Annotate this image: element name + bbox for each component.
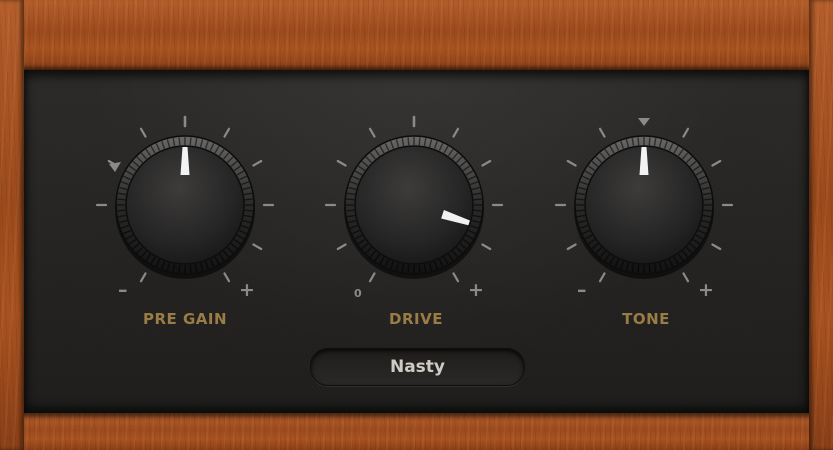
mode-selected-value: Nasty bbox=[389, 357, 446, 377]
pre-gain-min-sign: – bbox=[118, 279, 128, 301]
pre-gain-knob[interactable] bbox=[95, 115, 275, 295]
wood-frame-top bbox=[0, 0, 833, 70]
tone-label: TONE bbox=[622, 310, 670, 328]
amp-plugin-window: PRE GAIN – + DRIVE 0 + TONE – + Nasty bbox=[0, 0, 833, 450]
wood-frame-bottom bbox=[0, 413, 833, 450]
wood-frame-left bbox=[0, 0, 24, 450]
drive-min-sign: 0 bbox=[354, 287, 362, 300]
distortion-mode-selector[interactable]: Nasty bbox=[310, 348, 525, 386]
tone-max-sign: + bbox=[698, 279, 714, 301]
pre-gain-knob-graphic bbox=[95, 115, 275, 283]
drive-max-sign: + bbox=[468, 279, 484, 301]
tone-center-marker-icon bbox=[638, 118, 650, 126]
drive-label: DRIVE bbox=[389, 310, 443, 328]
tone-knob[interactable] bbox=[554, 115, 734, 295]
pre-gain-max-sign: + bbox=[239, 279, 255, 301]
drive-knob-graphic bbox=[324, 115, 504, 283]
tone-knob-graphic bbox=[554, 118, 734, 283]
drive-knob[interactable] bbox=[324, 115, 504, 295]
pre-gain-label: PRE GAIN bbox=[142, 310, 228, 328]
pre-gain-marker-icon bbox=[109, 162, 121, 172]
wood-frame-right bbox=[809, 0, 833, 450]
tone-min-sign: – bbox=[577, 279, 587, 301]
drive-knob-face bbox=[354, 145, 474, 265]
